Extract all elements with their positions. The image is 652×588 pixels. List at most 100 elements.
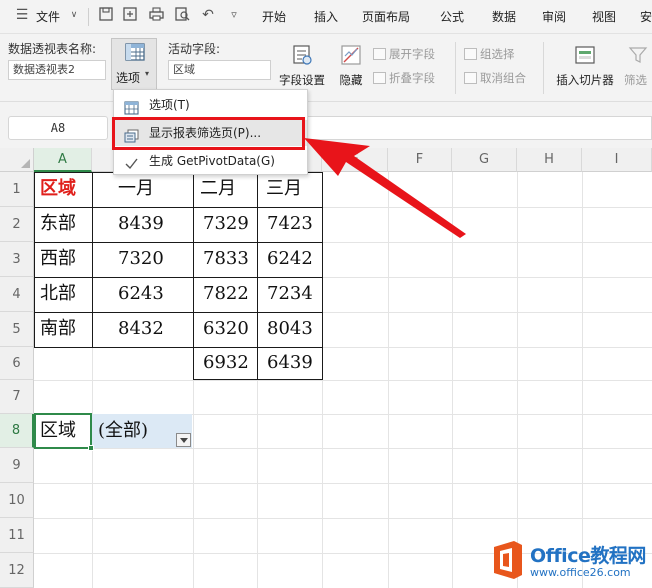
pivot-name-label: 数据透视表名称: [8, 42, 97, 56]
options-button[interactable]: 选项 ▾ [111, 38, 157, 90]
cell-b5[interactable]: 8432 [118, 312, 164, 346]
save-icon[interactable] [98, 7, 114, 23]
select-all-corner[interactable] [0, 148, 34, 172]
row-header-2[interactable]: 2 [0, 207, 34, 242]
cell-a1[interactable]: 区域 [40, 172, 76, 206]
gridline [34, 380, 652, 381]
cell-d5[interactable]: 8043 [267, 312, 313, 346]
column-header-i[interactable]: I [582, 148, 652, 172]
pivot-name-input[interactable]: 数据透视表2 [8, 60, 106, 80]
cell-a5[interactable]: 南部 [40, 312, 76, 346]
ribbon-separator [455, 42, 456, 94]
watermark-url: www.office26.com [530, 566, 631, 579]
undo-icon[interactable]: ↶ [200, 7, 216, 23]
cell-a4[interactable]: 北部 [40, 277, 76, 311]
active-field-input[interactable]: 区域 [168, 60, 271, 80]
name-box[interactable]: A8 [8, 116, 108, 140]
highlight-box [112, 117, 305, 150]
active-cell-selection [34, 413, 92, 449]
select-all-triangle [21, 159, 30, 168]
field-settings-icon [276, 44, 328, 69]
row-header-3[interactable]: 3 [0, 242, 34, 277]
tab-review[interactable]: 审阅 [542, 8, 566, 25]
column-header-h[interactable]: H [517, 148, 582, 172]
cell-c5[interactable]: 6320 [203, 312, 249, 346]
cell-d6[interactable]: 6439 [267, 346, 313, 380]
cell-b8[interactable]: (全部) [98, 414, 148, 448]
row-header-9[interactable]: 9 [0, 448, 34, 483]
row-header-10[interactable]: 10 [0, 483, 34, 518]
ungroup-button[interactable]: 取消组合 [464, 70, 526, 86]
tab-formulas[interactable]: 公式 [440, 8, 464, 25]
hamburger-icon[interactable]: ☰ [14, 7, 30, 23]
cell-c1[interactable]: 二月 [200, 172, 236, 206]
cell-c6[interactable]: 6932 [203, 346, 249, 380]
row-header-12[interactable]: 12 [0, 553, 34, 588]
cell-d3[interactable]: 6242 [267, 242, 313, 276]
hide-label: 隐藏 [339, 73, 363, 87]
cell-b1[interactable]: 一月 [118, 172, 154, 206]
menu-item-generate-getpivotdata[interactable]: 生成 GetPivotData(G) [114, 148, 307, 174]
group-selection-button[interactable]: 组选择 [464, 46, 515, 62]
menu-item-options-label: 选项(T) [149, 98, 190, 112]
row-header-7[interactable]: 7 [0, 380, 34, 414]
column-header-a[interactable]: A [34, 148, 92, 172]
insert-slicer-button[interactable]: 插入切片器 [550, 44, 620, 88]
fill-handle[interactable] [88, 445, 94, 451]
filter-dropdown-button[interactable] [176, 433, 191, 447]
options-button-label: 选项 [116, 71, 141, 85]
tab-page-layout[interactable]: 页面布局 [362, 8, 410, 25]
tab-home[interactable]: 开始 [262, 8, 286, 25]
chevron-down-icon[interactable]: ∨ [66, 7, 82, 23]
ribbon-separator [543, 42, 544, 94]
gridline [34, 483, 652, 484]
cell-b3[interactable]: 7320 [118, 242, 164, 276]
group-icon [464, 48, 477, 60]
gridline [34, 518, 652, 519]
field-settings-button[interactable]: 字段设置 [276, 44, 328, 88]
cell-a3[interactable]: 西部 [40, 242, 76, 276]
menu-item-options[interactable]: 选项(T) [114, 92, 307, 118]
filter-button[interactable]: 筛选 [624, 44, 652, 88]
print-icon[interactable] [148, 7, 164, 23]
row-header-8[interactable]: 8 [0, 414, 34, 448]
tab-security[interactable]: 安 [640, 8, 652, 25]
cell-c3[interactable]: 7833 [203, 242, 249, 276]
tab-insert[interactable]: 插入 [314, 8, 338, 25]
collapse-field-button[interactable]: 折叠字段 [373, 70, 435, 86]
cell-c4[interactable]: 7822 [203, 277, 249, 311]
cell-b2[interactable]: 8439 [118, 207, 164, 241]
hide-icon [334, 44, 368, 69]
cell-a2[interactable]: 东部 [40, 207, 76, 241]
cell-d4[interactable]: 7234 [267, 277, 313, 311]
print-preview-icon[interactable] [174, 7, 190, 23]
slicer-icon [550, 44, 620, 69]
annotation-arrow-icon [304, 138, 466, 238]
cell-c2[interactable]: 7329 [203, 207, 249, 241]
export-icon[interactable] [122, 7, 138, 23]
watermark: Office教程网 www.office26.com [486, 535, 652, 585]
office-logo-icon [494, 541, 522, 579]
ungroup-icon [464, 72, 477, 84]
caret-down-icon: ▾ [145, 69, 150, 78]
tab-data[interactable]: 数据 [492, 8, 516, 25]
row-header-6[interactable]: 6 [0, 347, 34, 380]
tab-view[interactable]: 视图 [592, 8, 616, 25]
hide-button[interactable]: 隐藏 [334, 44, 368, 88]
cell-b4[interactable]: 6243 [118, 277, 164, 311]
file-menu[interactable]: 文件 [36, 8, 60, 25]
row-header-1[interactable]: 1 [0, 172, 34, 207]
insert-slicer-label: 插入切片器 [556, 73, 614, 87]
options-grid-icon [124, 98, 139, 115]
row-header-11[interactable]: 11 [0, 518, 34, 553]
row-header-4[interactable]: 4 [0, 277, 34, 312]
more-icon[interactable]: ▿ [226, 7, 242, 23]
active-field-label: 活动字段: [168, 42, 221, 56]
gridline [34, 448, 652, 449]
collapse-icon [373, 72, 386, 84]
expand-field-button[interactable]: 展开字段 [373, 46, 435, 62]
group-selection-label: 组选择 [480, 47, 515, 61]
watermark-title: Office教程网 [530, 545, 646, 567]
row-header-5[interactable]: 5 [0, 312, 34, 347]
field-settings-label: 字段设置 [279, 73, 325, 87]
